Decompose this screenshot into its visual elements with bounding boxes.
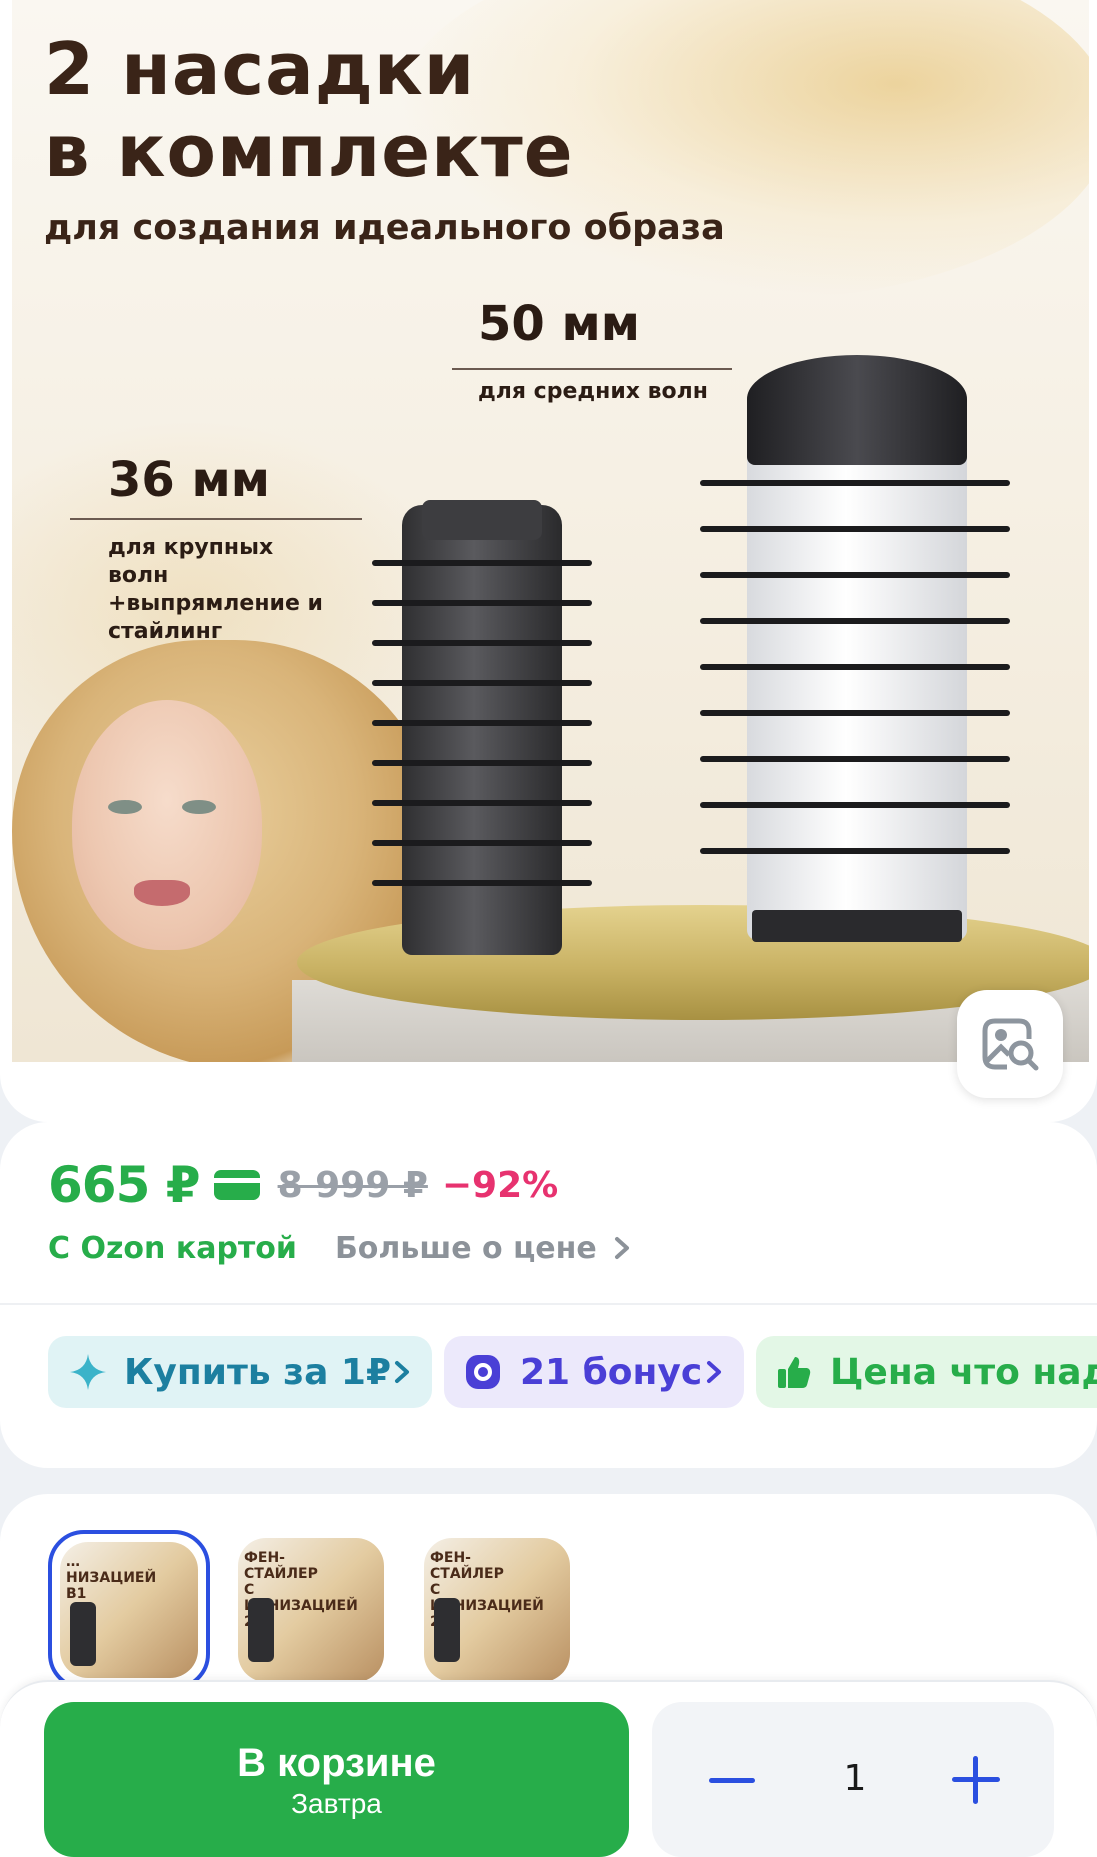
product-page: 2 насадки в комплекте для создания идеал… xyxy=(0,0,1097,1857)
thumbnail[interactable]: …НИЗАЦИЕЙ В1 xyxy=(48,1530,210,1690)
cart-button-title: В корзине xyxy=(237,1740,436,1785)
price-discount: −92% xyxy=(441,1164,559,1206)
chip-label: 21 бонус xyxy=(520,1351,703,1393)
promo-subtitle: для создания идеального образа xyxy=(44,208,725,248)
brush-foot xyxy=(752,910,962,942)
visual-search-icon xyxy=(982,1018,1039,1071)
thumbnail-brush xyxy=(70,1602,96,1666)
chip-label: Купить за 1₽ xyxy=(124,1351,391,1393)
thumbnail-text: …НИЗАЦИЕЙ В1 xyxy=(66,1554,157,1602)
brush-attachment-36mm xyxy=(402,505,562,955)
bonus-icon xyxy=(466,1355,500,1389)
size-desc-small: для крупных волн +выпрямление и стайлинг xyxy=(108,535,323,644)
model-eye xyxy=(182,800,216,814)
brush-cap xyxy=(747,355,967,465)
brush-attachment-50mm xyxy=(747,420,967,940)
size-rule xyxy=(70,518,362,520)
size-label-large: 50 мм xyxy=(478,296,640,352)
price-row: 665 ₽ 8 999 ₽ −92% xyxy=(48,1155,558,1215)
more-about-price-label: Больше о цене xyxy=(334,1230,597,1266)
minus-icon xyxy=(709,1777,755,1783)
price-old: 8 999 ₽ xyxy=(277,1164,428,1206)
thumbnail-brush xyxy=(434,1598,460,1662)
model-eye xyxy=(108,800,142,814)
model-mouth xyxy=(134,880,190,906)
decrease-quantity-button[interactable] xyxy=(700,1760,764,1800)
bonus-chip[interactable]: 21 бонус xyxy=(444,1336,744,1408)
chevron-right-icon xyxy=(392,1360,412,1384)
size-label-small: 36 мм xyxy=(108,452,270,508)
increase-quantity-button[interactable] xyxy=(948,1752,1004,1808)
buy-for-1-ruble-chip[interactable]: Купить за 1₽ xyxy=(48,1336,432,1408)
brush-cap xyxy=(422,500,542,540)
promo-title: 2 насадки в комплекте xyxy=(44,28,574,192)
chip-label: Цена что надо xyxy=(830,1351,1097,1393)
thumbnail[interactable]: ФЕН-СТАЙЛЕР С ИОНИЗАЦИЕЙ 2В1 xyxy=(230,1530,392,1690)
ozon-card-label: С Ozon картой xyxy=(48,1230,297,1266)
chevron-right-icon xyxy=(614,1237,629,1259)
visual-search-button[interactable] xyxy=(957,990,1063,1098)
size-desc-large: для средних волн xyxy=(478,379,708,404)
model-face xyxy=(72,700,262,950)
price-current: 665 ₽ xyxy=(48,1156,201,1214)
more-about-price-link[interactable]: Больше о цене xyxy=(335,1231,633,1266)
thumbnail[interactable]: ФЕН-СТАЙЛЕР С ИОНИЗАЦИЕЙ 2В1 xyxy=(416,1530,578,1690)
chevron-right-icon xyxy=(704,1360,724,1384)
thumbnail-brush xyxy=(248,1598,274,1662)
in-cart-button[interactable]: В корзине Завтра xyxy=(44,1702,629,1857)
fair-price-chip[interactable]: Цена что надо xyxy=(756,1336,1097,1408)
quantity-value: 1 xyxy=(843,1758,867,1799)
thumbs-up-icon xyxy=(778,1357,811,1388)
promo-title-line: 2 насадки xyxy=(44,27,476,111)
card-icon xyxy=(213,1170,260,1200)
product-gallery: 2 насадки в комплекте для создания идеал… xyxy=(0,0,1097,1122)
divider xyxy=(0,1303,1097,1305)
sparkle-icon xyxy=(70,1354,106,1390)
cart-button-subtitle: Завтра xyxy=(291,1787,382,1819)
product-image[interactable]: 2 насадки в комплекте для создания идеал… xyxy=(12,0,1089,1062)
size-rule xyxy=(452,368,732,370)
price-subrow: С Ozon картой Больше о цене xyxy=(48,1226,633,1270)
promo-title-line: в комплекте xyxy=(44,109,574,193)
promo-chips: Купить за 1₽ 21 бонус Цена что надо xyxy=(48,1336,1097,1408)
